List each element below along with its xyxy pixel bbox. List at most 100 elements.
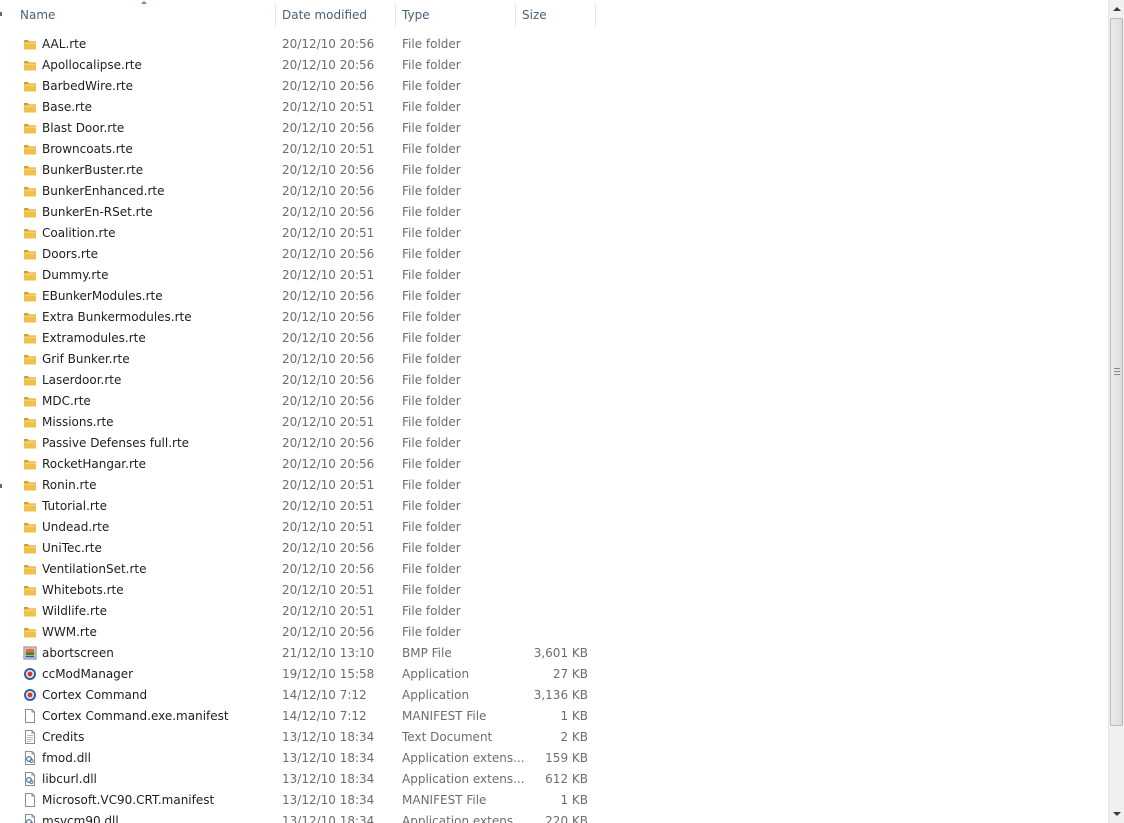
- file-row[interactable]: Browncoats.rte 20/12/10 20:51 File folder: [0, 139, 1108, 160]
- file-date-modified: 20/12/10 20:56: [282, 289, 375, 303]
- file-row[interactable]: Blast Door.rte 20/12/10 20:56 File folder: [0, 118, 1108, 139]
- file-name: Dummy.rte: [42, 268, 109, 282]
- vertical-scrollbar[interactable]: [1108, 0, 1124, 823]
- file-type: File folder: [402, 163, 461, 177]
- file-row[interactable]: fmod.dll 13/12/10 18:34 Application extens…: [0, 748, 1108, 769]
- folder-icon: [23, 79, 37, 93]
- file-type: File folder: [402, 100, 461, 114]
- file-date-modified: 20/12/10 20:56: [282, 436, 375, 450]
- column-divider[interactable]: [595, 4, 596, 27]
- file-type: Text Document: [402, 730, 493, 744]
- file-row[interactable]: Extramodules.rte 20/12/10 20:56 File folde…: [0, 328, 1108, 349]
- file-size: [520, 34, 588, 55]
- folder-icon: [23, 121, 37, 135]
- file-row[interactable]: Ronin.rte 20/12/10 20:51 File folder: [0, 475, 1108, 496]
- folder-icon: [23, 289, 37, 303]
- file-date-modified: 13/12/10 18:34: [282, 814, 375, 823]
- file-date-modified: 20/12/10 20:56: [282, 58, 375, 72]
- file-name: BarbedWire.rte: [42, 79, 133, 93]
- file-name: Cortex Command: [42, 688, 148, 702]
- file-row[interactable]: Apollocalipse.rte 20/12/10 20:56 File fold…: [0, 55, 1108, 76]
- file-row[interactable]: Undead.rte 20/12/10 20:51 File folder: [0, 517, 1108, 538]
- file-row[interactable]: Cortex Command 14/12/10 7:12 Application 3,…: [0, 685, 1108, 706]
- scrollbar-thumb[interactable]: [1110, 18, 1123, 726]
- column-header-type[interactable]: Type: [396, 4, 516, 27]
- column-header-size[interactable]: Size: [516, 4, 596, 27]
- file-row[interactable]: MDC.rte 20/12/10 20:56 File folder: [0, 391, 1108, 412]
- file-row[interactable]: Cortex Command.exe.manifest 14/12/10 7:12…: [0, 706, 1108, 727]
- file-row[interactable]: Microsoft.VC90.CRT.manifest 13/12/10 18:3…: [0, 790, 1108, 811]
- file-row[interactable]: UniTec.rte 20/12/10 20:56 File folder: [0, 538, 1108, 559]
- file-size: [520, 391, 588, 412]
- folder-icon: [23, 373, 37, 387]
- file-row[interactable]: Doors.rte 20/12/10 20:56 File folder: [0, 244, 1108, 265]
- file-row[interactable]: EBunkerModules.rte 20/12/10 20:56 File fol…: [0, 286, 1108, 307]
- file-row[interactable]: Laserdoor.rte 20/12/10 20:56 File folder: [0, 370, 1108, 391]
- file-date-modified: 20/12/10 20:56: [282, 625, 375, 639]
- file-row[interactable]: AAL.rte 20/12/10 20:56 File folder: [0, 34, 1108, 55]
- scroll-down-arrow-icon[interactable]: [1109, 806, 1124, 823]
- file-date-modified: 20/12/10 20:51: [282, 604, 375, 618]
- folder-icon: [23, 100, 37, 114]
- folder-icon: [23, 604, 37, 618]
- file-row[interactable]: Passive Defenses full.rte 20/12/10 20:56 F…: [0, 433, 1108, 454]
- file-name: AAL.rte: [42, 37, 87, 51]
- file-name: EBunkerModules.rte: [42, 289, 163, 303]
- file-type: File folder: [402, 625, 461, 639]
- file-name: Wildlife.rte: [42, 604, 107, 618]
- file-name: Browncoats.rte: [42, 142, 133, 156]
- column-header-row: Name Date modified Type Size: [14, 1, 1109, 27]
- file-row[interactable]: abortscreen 21/12/10 13:10 BMP File 3,601 K…: [0, 643, 1108, 664]
- file-row[interactable]: Grif Bunker.rte 20/12/10 20:56 File folder: [0, 349, 1108, 370]
- file-size: [520, 307, 588, 328]
- file-name: Extramodules.rte: [42, 331, 146, 345]
- file-row[interactable]: Dummy.rte 20/12/10 20:51 File folder: [0, 265, 1108, 286]
- file-size: [520, 517, 588, 538]
- file-row[interactable]: BunkerEn-RSet.rte 20/12/10 20:56 File fold…: [0, 202, 1108, 223]
- file-size: [520, 223, 588, 244]
- file-name: Grif Bunker.rte: [42, 352, 130, 366]
- file-row[interactable]: libcurl.dll 13/12/10 18:34 Application ext…: [0, 769, 1108, 790]
- file-size: 159 KB: [545, 751, 588, 765]
- edge-marker: [0, 12, 2, 16]
- file-row[interactable]: Credits 13/12/10 18:34 Text Document 2 KB: [0, 727, 1108, 748]
- file-date-modified: 20/12/10 20:56: [282, 310, 375, 324]
- file-row[interactable]: Whitebots.rte 20/12/10 20:51 File folder: [0, 580, 1108, 601]
- file-row[interactable]: RocketHangar.rte 20/12/10 20:56 File folde…: [0, 454, 1108, 475]
- folder-icon: [23, 205, 37, 219]
- column-header-name[interactable]: Name: [14, 1, 276, 27]
- file-date-modified: 20/12/10 20:56: [282, 205, 375, 219]
- file-size: [520, 328, 588, 349]
- file-name: Passive Defenses full.rte: [42, 436, 190, 450]
- file-date-modified: 20/12/10 20:56: [282, 37, 375, 51]
- file-size: [520, 181, 588, 202]
- file-row[interactable]: WWM.rte 20/12/10 20:56 File folder: [0, 622, 1108, 643]
- file-row[interactable]: BunkerBuster.rte 20/12/10 20:56 File folde…: [0, 160, 1108, 181]
- file-date-modified: 20/12/10 20:56: [282, 457, 375, 471]
- file-size: [520, 139, 588, 160]
- file-type: File folder: [402, 394, 461, 408]
- folder-icon: [23, 541, 37, 555]
- file-row[interactable]: Tutorial.rte 20/12/10 20:51 File folder: [0, 496, 1108, 517]
- file-name: RocketHangar.rte: [42, 457, 146, 471]
- folder-icon: [23, 331, 37, 345]
- file-row[interactable]: Extra Bunkermodules.rte 20/12/10 20:56 Fil…: [0, 307, 1108, 328]
- file-date-modified: 20/12/10 20:56: [282, 163, 375, 177]
- file-list-view: Name Date modified Type Size AAL.rte 20/1…: [0, 0, 1124, 823]
- file-row[interactable]: Base.rte 20/12/10 20:51 File folder: [0, 97, 1108, 118]
- file-row[interactable]: ccModManager 19/12/10 15:58 Application 27 …: [0, 664, 1108, 685]
- folder-icon: [23, 247, 37, 261]
- file-row[interactable]: msvcm90.dll 13/12/10 18:34 Application ext…: [0, 811, 1108, 823]
- scroll-up-arrow-icon[interactable]: [1109, 0, 1124, 17]
- app-icon: [23, 688, 37, 702]
- file-row[interactable]: VentilationSet.rte 20/12/10 20:56 File fol…: [0, 559, 1108, 580]
- file-row[interactable]: BunkerEnhanced.rte 20/12/10 20:56 File fol…: [0, 181, 1108, 202]
- file-row[interactable]: Missions.rte 20/12/10 20:51 File folder: [0, 412, 1108, 433]
- column-header-date-modified[interactable]: Date modified: [276, 4, 396, 27]
- file-size: [520, 349, 588, 370]
- file-row[interactable]: Coalition.rte 20/12/10 20:51 File folder: [0, 223, 1108, 244]
- file-size: 612 KB: [545, 772, 588, 786]
- file-date-modified: 20/12/10 20:51: [282, 268, 375, 282]
- file-row[interactable]: BarbedWire.rte 20/12/10 20:56 File folder: [0, 76, 1108, 97]
- file-row[interactable]: Wildlife.rte 20/12/10 20:51 File folder: [0, 601, 1108, 622]
